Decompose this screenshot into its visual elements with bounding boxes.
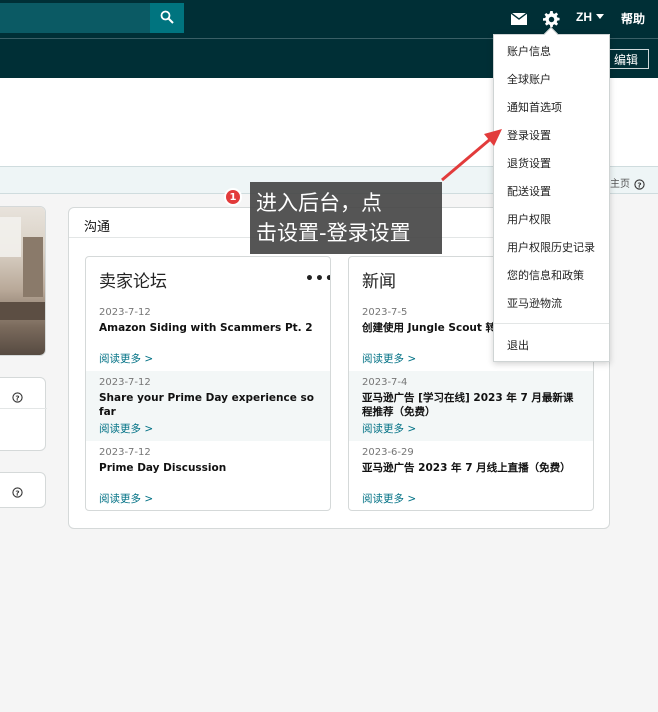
annotation-arrow: [441, 129, 502, 182]
left-widget-card: ?: [0, 377, 47, 451]
read-more-link[interactable]: 阅读更多 >: [362, 421, 416, 436]
chevron-down-icon: [596, 14, 604, 19]
item-date: 2023-7-4: [362, 377, 408, 388]
menu-item-return-settings[interactable]: 退货设置: [507, 155, 551, 171]
menu-item-notification-preferences[interactable]: 通知首选项: [507, 99, 562, 115]
forum-title: 卖家论坛: [99, 272, 167, 292]
forum-item: 2023-7-12 Amazon Siding with Scammers Pt…: [86, 301, 330, 371]
menu-item-info-policies[interactable]: 您的信息和政策: [507, 267, 584, 283]
forum-item: 2023-7-12 Share your Prime Day experienc…: [86, 371, 330, 441]
search-icon: [160, 9, 174, 28]
mail-icon[interactable]: [509, 9, 529, 29]
help-link[interactable]: 帮助: [621, 10, 645, 27]
read-more-link[interactable]: 阅读更多 >: [99, 421, 153, 436]
annotation-tooltip: 进入后台，点 击设置-登录设置: [250, 182, 442, 254]
svg-text:?: ?: [15, 393, 19, 402]
menu-item-sign-out[interactable]: 退出: [507, 337, 529, 353]
panel-title: 沟通: [84, 220, 111, 235]
item-title[interactable]: 亚马逊广告 2023 年 7 月线上直播（免费）: [362, 461, 582, 475]
more-options-icon[interactable]: •••: [305, 271, 330, 287]
forum-item: 2023-7-12 Prime Day Discussion 阅读更多 >: [86, 441, 330, 510]
menu-divider: [494, 323, 609, 324]
item-title[interactable]: Prime Day Discussion: [99, 461, 319, 475]
homepage-link[interactable]: 主页: [610, 175, 630, 190]
help-circle-icon[interactable]: ?: [634, 175, 645, 194]
read-more-link[interactable]: 阅读更多 >: [362, 351, 416, 366]
read-more-link[interactable]: 阅读更多 >: [99, 351, 153, 366]
item-title[interactable]: Share your Prime Day experience so far: [99, 391, 319, 419]
item-date: 2023-7-12: [99, 307, 151, 318]
menu-item-shipping-settings[interactable]: 配送设置: [507, 183, 551, 199]
menu-item-fba[interactable]: 亚马逊物流: [507, 295, 562, 311]
menu-item-account-info[interactable]: 账户信息: [507, 43, 551, 59]
language-selector[interactable]: ZH: [576, 10, 604, 24]
left-widget-card: ?: [0, 472, 46, 508]
search-input[interactable]: [0, 3, 150, 33]
help-circle-icon[interactable]: ?: [12, 388, 23, 407]
menu-item-user-permissions[interactable]: 用户权限: [507, 211, 551, 227]
step-badge: 1: [224, 188, 242, 206]
settings-dropdown: 账户信息 全球账户 通知首选项 登录设置 退货设置 配送设置 用户权限 用户权限…: [493, 26, 610, 362]
item-title[interactable]: Amazon Siding with Scammers Pt. 2: [99, 321, 319, 335]
annotation-line-2: 击设置-登录设置: [256, 221, 411, 245]
item-date: 2023-7-12: [99, 377, 151, 388]
top-header: ZH 帮助: [0, 0, 658, 38]
promo-image-card[interactable]: [0, 206, 46, 356]
read-more-link[interactable]: 阅读更多 >: [99, 491, 153, 506]
office-photo: [0, 207, 45, 355]
news-item: 2023-6-29 亚马逊广告 2023 年 7 月线上直播（免费） 阅读更多 …: [349, 441, 593, 510]
read-more-link[interactable]: 阅读更多 >: [362, 491, 416, 506]
news-title: 新闻: [362, 272, 396, 292]
svg-text:?: ?: [637, 180, 641, 189]
item-date: 2023-7-5: [362, 307, 408, 318]
item-title[interactable]: 亚马逊广告 [学习在线] 2023 年 7 月最新课程推荐（免费）: [362, 391, 582, 419]
menu-item-permission-history[interactable]: 用户权限历史记录: [507, 239, 595, 255]
news-item: 2023-7-4 亚马逊广告 [学习在线] 2023 年 7 月最新课程推荐（免…: [349, 371, 593, 441]
seller-forum-card: 卖家论坛 ••• 2023-7-12 Amazon Siding with Sc…: [85, 256, 331, 511]
annotation-line-1: 进入后台，点: [256, 191, 382, 215]
help-circle-icon[interactable]: ?: [12, 483, 23, 502]
item-date: 2023-6-29: [362, 447, 414, 458]
search-button[interactable]: [150, 3, 184, 33]
svg-text:?: ?: [15, 488, 19, 497]
item-date: 2023-7-12: [99, 447, 151, 458]
menu-item-login-settings[interactable]: 登录设置: [507, 127, 551, 143]
language-label: ZH: [576, 10, 592, 24]
menu-item-global-accounts[interactable]: 全球账户: [507, 71, 551, 87]
